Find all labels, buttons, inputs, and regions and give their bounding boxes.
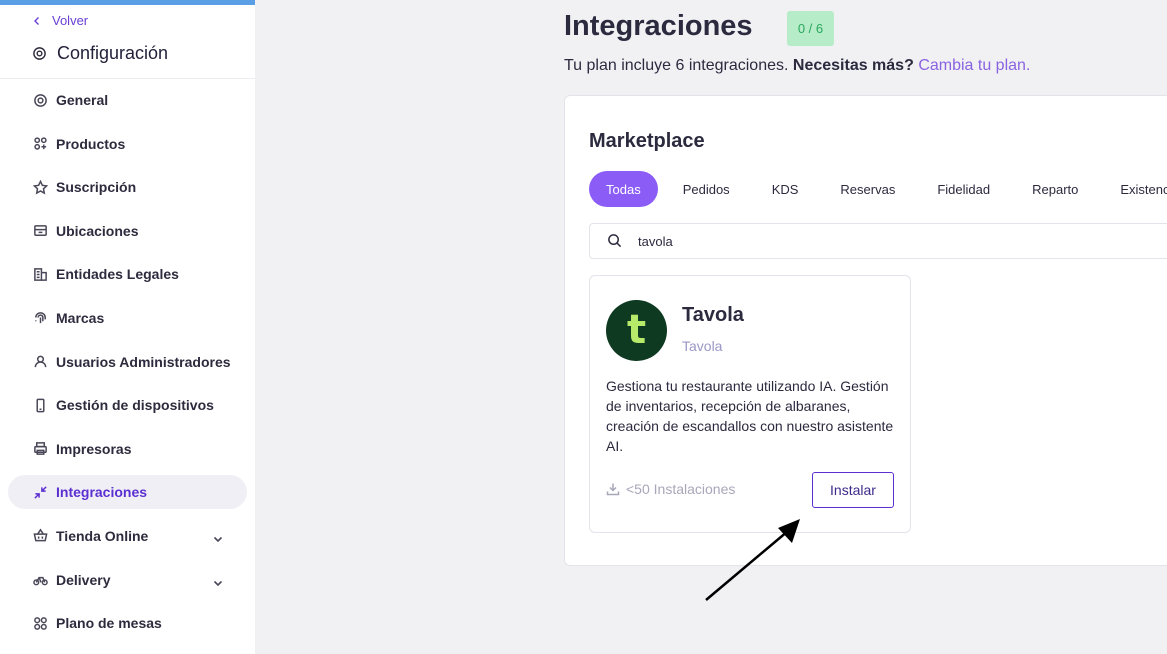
search-input[interactable] [638, 233, 1038, 249]
sidebar-divider [0, 78, 255, 79]
tab-todas[interactable]: Todas [589, 171, 658, 207]
marketplace-title: Marketplace [589, 130, 705, 152]
integrations-icon [32, 484, 48, 500]
search-bar [589, 223, 1167, 259]
back-link[interactable]: Volver [32, 13, 88, 28]
sidebar-item-label: General [56, 92, 109, 108]
products-icon [32, 136, 48, 152]
sidebar-item-label: Entidades Legales [56, 266, 179, 283]
annotation-arrow-icon [705, 519, 800, 601]
logo-letter: t [626, 306, 647, 353]
sidebar-item-entidades-legales[interactable]: Entidades Legales [8, 257, 247, 291]
sidebar-item-tienda-online[interactable]: Tienda Online [8, 519, 247, 553]
sidebar-item-label: Suscripción [56, 179, 137, 196]
back-link-label: Volver [52, 13, 89, 28]
chevron-down-icon[interactable] [213, 531, 223, 543]
plan-question: Necesitas más? [792, 57, 914, 74]
integration-card: t Tavola Tavola Gestiona tu restaurante … [589, 275, 911, 533]
star-icon [32, 179, 48, 195]
search-icon [607, 233, 623, 249]
sidebar-item-label: Productos [56, 135, 126, 152]
sidebar-item-impresoras[interactable]: Impresoras [8, 432, 247, 466]
tab-fidelidad[interactable]: Fidelidad [920, 171, 1007, 207]
download-icon [606, 483, 620, 496]
install-button[interactable]: Instalar [812, 472, 894, 508]
sidebar-item-general[interactable]: General [8, 83, 247, 117]
tables-icon [32, 615, 48, 631]
settings-sidebar: Volver Configuración General Productos S… [0, 0, 255, 654]
sidebar-title: Configuración [32, 43, 168, 64]
phone-icon [32, 397, 48, 413]
sidebar-item-delivery[interactable]: Delivery [8, 563, 247, 597]
integration-name: Tavola [682, 304, 744, 326]
plan-info: Tu plan incluye 6 integraciones. Necesit… [564, 57, 1030, 75]
sidebar-item-gestion-dispositivos[interactable]: Gestión de dispositivos [8, 388, 247, 422]
tab-pedidos[interactable]: Pedidos [666, 171, 747, 207]
gear-icon [33, 47, 46, 60]
bike-icon [32, 572, 48, 588]
install-count-label: <50 Instalaciones [626, 481, 736, 497]
sidebar-item-productos[interactable]: Productos [8, 127, 247, 161]
sidebar-item-usuarios-administradores[interactable]: Usuarios Administradores [8, 345, 247, 379]
store-icon [32, 223, 48, 239]
sidebar-item-label: Gestión de dispositivos [56, 397, 214, 414]
tavola-logo: t [606, 300, 667, 361]
sidebar-item-label: Tienda Online [56, 527, 149, 544]
building-icon [32, 266, 48, 282]
tab-kds[interactable]: KDS [755, 171, 816, 207]
page-title: Integraciones [564, 10, 753, 42]
sidebar-item-integraciones[interactable]: Integraciones [8, 475, 247, 510]
install-count: <50 Instalaciones [606, 481, 735, 497]
change-plan-link[interactable]: Cambia tu plan. [918, 57, 1030, 74]
tab-existencias[interactable]: Existencias [1103, 171, 1167, 207]
tab-reservas[interactable]: Reservas [823, 171, 912, 207]
sidebar-item-label: Marcas [56, 309, 105, 326]
sidebar-item-label: Usuarios Administradores [56, 353, 231, 370]
plan-text: Tu plan incluye 6 integraciones. [564, 57, 789, 74]
sidebar-item-label: Plano de mesas [56, 615, 162, 632]
tab-reparto[interactable]: Reparto [1015, 171, 1095, 207]
sidebar-item-label: Ubicaciones [56, 222, 139, 239]
integration-description: Gestiona tu restaurante utilizando IA. G… [606, 378, 894, 454]
integration-subtitle: Tavola [682, 338, 723, 354]
sidebar-item-marcas[interactable]: Marcas [8, 301, 247, 335]
user-icon [32, 354, 48, 370]
sidebar-top-bar [0, 0, 255, 5]
sidebar-title-label: Configuración [57, 43, 169, 63]
integrations-count-badge: 0 / 6 [787, 11, 834, 46]
printer-icon [32, 441, 48, 457]
sidebar-item-plano-mesas[interactable]: Plano de mesas [8, 606, 247, 640]
chevron-down-icon[interactable] [213, 575, 223, 586]
marketplace-tabs: Todas Pedidos KDS Reservas Fidelidad Rep… [589, 171, 1167, 207]
sidebar-item-label: Delivery [56, 571, 111, 588]
sidebar-item-label: Impresoras [56, 440, 132, 457]
settings-nav: General Productos Suscripción Ubicacione… [8, 83, 247, 650]
chevron-left-icon [34, 16, 39, 25]
gear-icon [32, 92, 48, 108]
sidebar-item-label: Integraciones [56, 484, 148, 501]
fingerprint-icon [32, 310, 48, 326]
sidebar-item-ubicaciones[interactable]: Ubicaciones [8, 214, 247, 248]
basket-icon [32, 528, 48, 544]
sidebar-item-suscripcion[interactable]: Suscripción [8, 170, 247, 204]
